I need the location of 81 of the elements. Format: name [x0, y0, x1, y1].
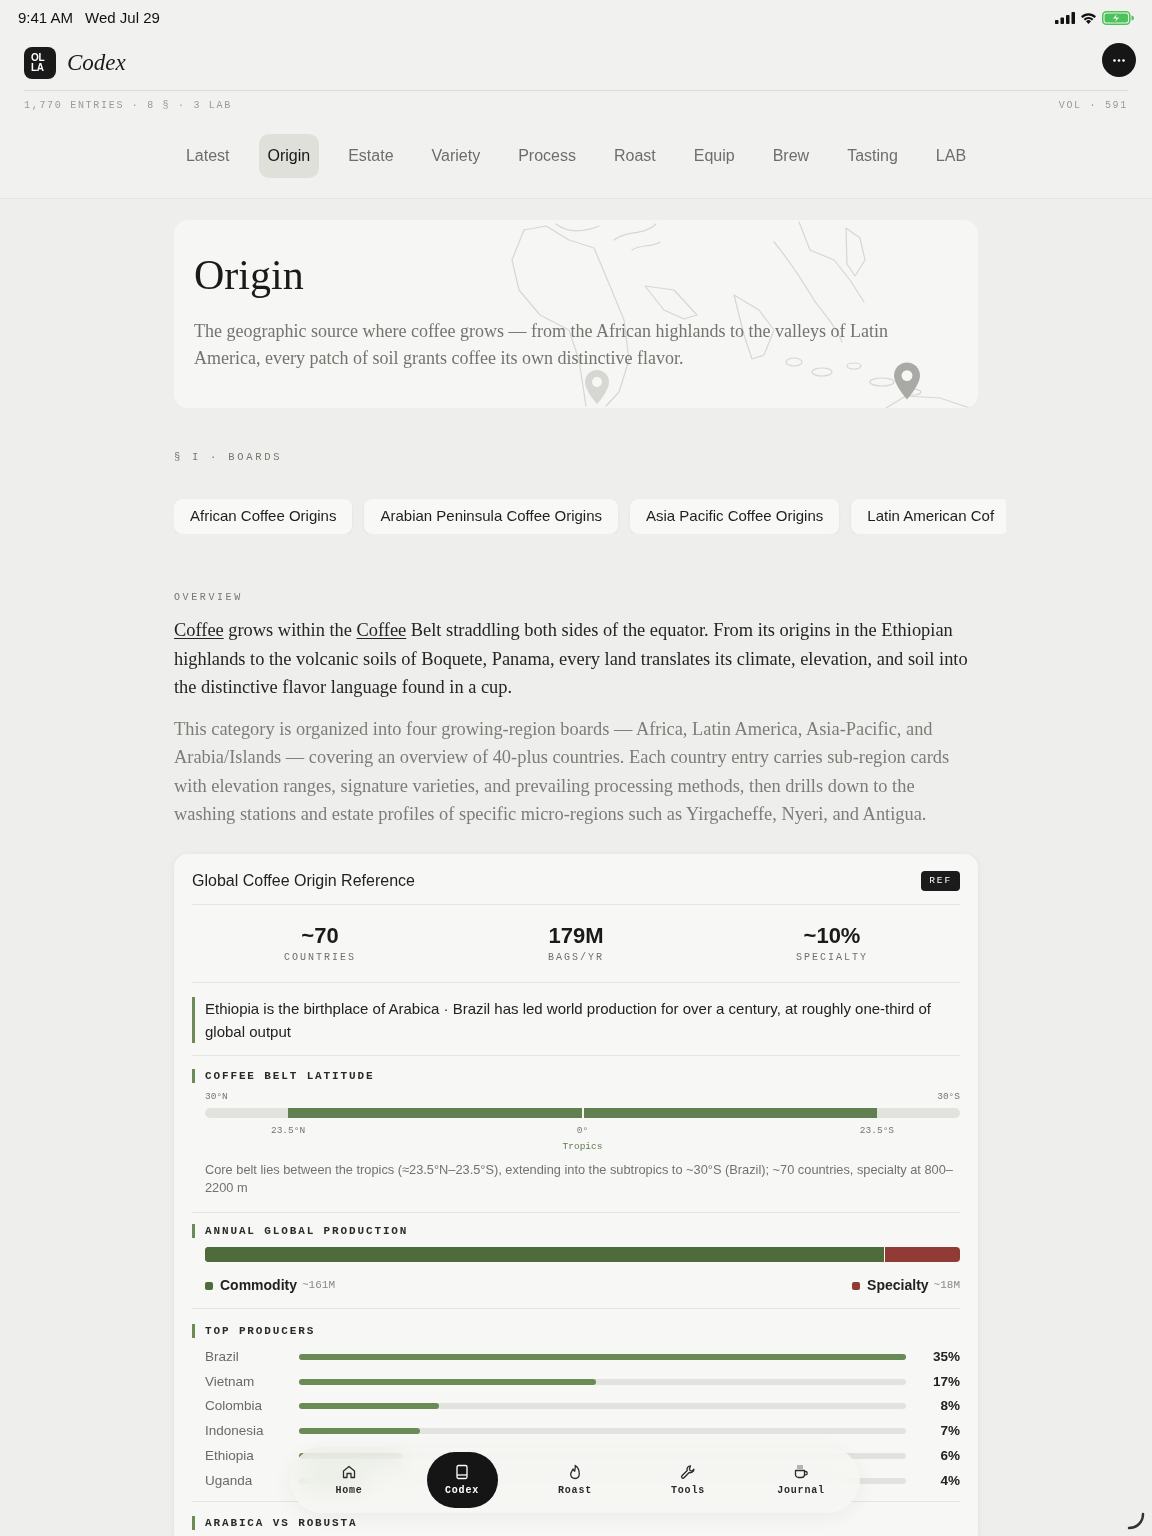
- category-tab[interactable]: Brew: [763, 134, 819, 178]
- legend-value: ~161M: [302, 1278, 335, 1294]
- home-icon: [341, 1463, 357, 1480]
- scale-label: 30°S: [937, 1090, 960, 1103]
- entry-count: 1,770 ENTRIES · 8 § · 3 LAB: [24, 98, 232, 113]
- nav-tab[interactable]: Journal: [765, 1452, 837, 1508]
- flame-icon: [567, 1463, 583, 1480]
- wifi-icon: [1080, 12, 1097, 24]
- producer-name: Colombia: [205, 1397, 264, 1416]
- map-pin-icon: [585, 370, 609, 404]
- page-description: The geographic source where coffee grows — from the African highlands to the valleys of Latin America, every patch of soil grants coffee its own distinctive flavor.: [194, 320, 889, 370]
- legend-label: Specialty: [867, 1276, 929, 1295]
- cup-icon: [793, 1463, 809, 1480]
- band-caption: Tropics: [562, 1140, 603, 1153]
- section-label: § I · BOARDS: [174, 450, 284, 465]
- board-chip[interactable]: Latin American Cof: [851, 499, 1006, 534]
- board-chip[interactable]: Asia Pacific Coffee Origins: [630, 499, 840, 534]
- status-date: Wed Jul 29: [85, 7, 160, 28]
- category-tab[interactable]: Roast: [604, 134, 665, 178]
- producer-name: Uganda: [205, 1471, 254, 1490]
- producer-name: Indonesia: [205, 1422, 265, 1441]
- reference-tag: REF: [921, 870, 960, 891]
- map-pin-icon: [894, 362, 920, 400]
- section-heading: ANNUAL GLOBAL PRODUCTION: [192, 1223, 960, 1238]
- app-title: Codex: [67, 48, 126, 77]
- section-label: OVERVIEW: [174, 591, 244, 605]
- category-tab[interactable]: LAB: [926, 134, 976, 178]
- share-value: 7%: [939, 1422, 960, 1441]
- share-value: 17%: [931, 1372, 960, 1391]
- share-value: 6%: [939, 1446, 960, 1465]
- board-chip[interactable]: African Coffee Origins: [174, 499, 353, 534]
- overview-paragraph: This category is organized into four growing-region boards — Africa, Latin America, Asia-Pacific, and Arabia/Islands — covering an overview of 40-plus countries. Each country entry carries sub-region cards with elevation ranges, signature varieties, and prevailing processing methods, then drills down to the washing stations and estate profiles of specific micro-regions such as Yirgacheffe, Nyeri, and Antigua.: [174, 717, 951, 826]
- page-title: Origin: [194, 251, 305, 300]
- card-title: Global Coffee Origin Reference: [192, 870, 415, 891]
- latitude-label: 0°: [576, 1124, 589, 1137]
- more-icon: [1113, 58, 1125, 62]
- section-note: Core belt lies between the tropics (≈23.5°N–23.5°S), extending into the subtropics to ~30°S (Brazil); ~70 countries, specialty at 800–2200 m: [205, 1160, 954, 1197]
- legend-label: Commodity: [220, 1276, 297, 1295]
- section-heading: ARABICA VS ROBUSTA: [192, 1516, 960, 1531]
- category-tab[interactable]: Variety: [422, 134, 490, 178]
- nav-tab[interactable]: Roast: [539, 1452, 611, 1508]
- book-icon: [454, 1463, 470, 1480]
- legend-value: ~18M: [933, 1278, 960, 1294]
- board-chip[interactable]: Arabian Peninsula Coffee Origins: [364, 499, 618, 534]
- wrench-icon: [680, 1463, 696, 1480]
- stat-value: 179M: [548, 922, 604, 949]
- category-tab[interactable]: Origin: [258, 134, 320, 178]
- latitude-label: 23.5°N: [270, 1124, 306, 1137]
- fact-text: Ethiopia is the birthplace of Arabica · Brazil has led world production for over a century, at roughly one-third of global output: [192, 996, 960, 1043]
- section-heading: COFFEE BELT LATITUDE: [192, 1068, 960, 1083]
- share-value: 4%: [939, 1471, 960, 1490]
- stat-label: COUNTRIES: [284, 950, 356, 965]
- status-time: 9:41 AM: [18, 7, 74, 28]
- stat-value: ~10%: [803, 922, 861, 949]
- nav-tab[interactable]: Tools: [652, 1452, 724, 1508]
- category-tab[interactable]: Estate: [339, 134, 403, 178]
- glossary-link[interactable]: Coffee: [356, 620, 407, 640]
- nav-tab[interactable]: Codex: [426, 1452, 498, 1508]
- category-tab[interactable]: Tasting: [838, 134, 907, 178]
- scale-label: 30°N: [205, 1090, 228, 1103]
- producer-name: Vietnam: [205, 1372, 256, 1391]
- more-button[interactable]: [1102, 43, 1136, 77]
- nav-tab[interactable]: Home: [313, 1452, 385, 1508]
- producer-name: Brazil: [205, 1347, 240, 1366]
- category-tab[interactable]: Equip: [684, 134, 744, 178]
- section-heading: TOP PRODUCERS: [192, 1323, 960, 1338]
- signal-icon: [1055, 12, 1075, 24]
- latitude-label: 23.5°S: [859, 1124, 895, 1137]
- stat-label: BAGS/YR: [548, 950, 604, 965]
- app-logo: OL LA: [24, 47, 56, 79]
- overview-paragraph: Coffee grows within the Coffee Belt straddling both sides of the equator. From its origins in the Ethiopian highlands to the volcanic soils of Boquete, Panama, every land translates its climate, elevation, and soil into the distinctive flavor language found in a cup.: [174, 619, 969, 699]
- stat-label: SPECIALTY: [796, 950, 868, 965]
- producer-name: Ethiopia: [205, 1446, 255, 1465]
- stat-value: ~70: [301, 922, 339, 949]
- volume-label: VOL · 591: [1058, 98, 1128, 113]
- share-value: 8%: [939, 1397, 960, 1416]
- share-value: 35%: [931, 1347, 960, 1366]
- glossary-link[interactable]: Coffee: [174, 620, 224, 640]
- category-tab[interactable]: Process: [509, 134, 585, 178]
- category-tab[interactable]: Latest: [176, 134, 239, 178]
- resize-handle-icon: [1127, 1512, 1145, 1530]
